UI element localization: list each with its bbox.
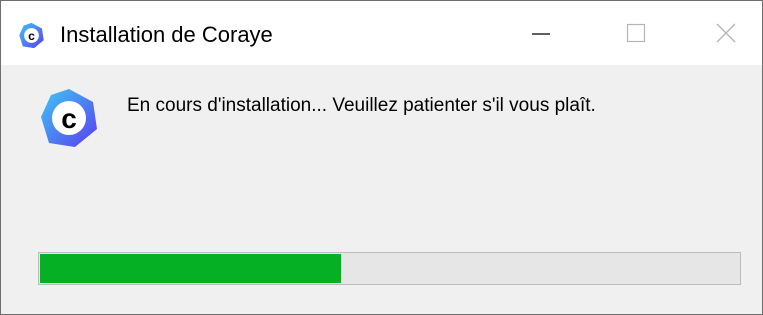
coraye-logo-icon: c <box>39 87 99 149</box>
installer-window: c Installation de Coraye c En cours d'in… <box>0 0 763 315</box>
maximize-button[interactable] <box>591 1 681 65</box>
installer-content: c En cours d'installation... Veuillez pa… <box>1 65 762 314</box>
maximize-icon <box>626 23 646 43</box>
minimize-button[interactable] <box>496 1 586 65</box>
installation-status-message: En cours d'installation... Veuillez pati… <box>127 95 596 116</box>
window-title: Installation de Coraye <box>60 22 273 47</box>
coraye-logo-icon: c <box>18 22 45 49</box>
title-bar[interactable]: c Installation de Coraye <box>1 1 762 65</box>
minimize-icon <box>531 23 551 43</box>
svg-text:c: c <box>61 103 77 134</box>
installation-progress-bar <box>38 252 741 285</box>
svg-text:c: c <box>28 29 35 43</box>
progress-bar-fill <box>40 254 341 283</box>
close-icon <box>715 22 737 44</box>
close-button[interactable] <box>681 1 762 65</box>
